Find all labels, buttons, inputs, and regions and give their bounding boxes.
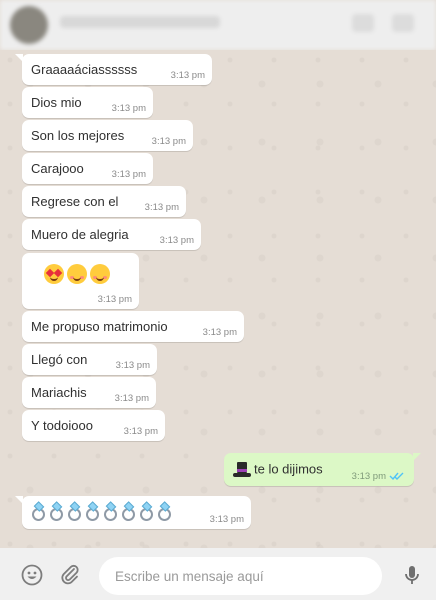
- chat-header-blurred: [0, 0, 436, 50]
- contact-name-blurred: [60, 16, 220, 28]
- message-text: Llegó con: [31, 352, 88, 367]
- message-bubble[interactable]: Llegó con 3:13 pm: [22, 344, 157, 375]
- message-time: 3:13 pm: [111, 103, 146, 114]
- message-text: Son los mejores: [31, 128, 125, 143]
- message-text: Carajooo: [31, 161, 84, 176]
- message-bubble[interactable]: Mariachis 3:13 pm: [22, 377, 156, 408]
- message-text: Mariachis: [31, 385, 87, 400]
- message-bubble[interactable]: Dios mio 3:13 pm: [22, 87, 153, 118]
- attach-icon[interactable]: [58, 563, 82, 587]
- message-bubble[interactable]: Muero de alegria 3:13 pm: [22, 219, 201, 250]
- avatar[interactable]: [10, 6, 48, 44]
- message-time: 3:13 pm: [170, 70, 205, 81]
- message-time: 3:13 pm: [209, 514, 244, 525]
- emoji-message-bubble[interactable]: 3:13 pm: [15, 496, 251, 529]
- outgoing-message-bubble[interactable]: te lo dijimos 3:13 pm: [224, 453, 421, 486]
- message-content: te lo dijimos: [233, 461, 323, 479]
- message-text: Dios mio: [31, 95, 82, 110]
- read-double-check-icon: [389, 472, 404, 481]
- message-time: 3:13 pm: [351, 471, 386, 482]
- message-time: 3:13 pm: [97, 294, 132, 305]
- message-time: 3:13 pm: [151, 136, 186, 147]
- search-icon[interactable]: [352, 14, 374, 32]
- smiling-face-with-hearts-emoji: [90, 264, 110, 284]
- ring-emoji: [85, 501, 101, 521]
- message-bubble[interactable]: Y todoiooo 3:13 pm: [22, 410, 165, 441]
- ring-emoji: [49, 501, 65, 521]
- top-hat-emoji: [233, 461, 251, 479]
- message-time: 3:13 pm: [144, 202, 179, 213]
- message-time: 3:13 pm: [111, 169, 146, 180]
- ring-emoji: [139, 501, 155, 521]
- ring-emoji: [67, 501, 83, 521]
- message-input[interactable]: Escribe un mensaje aquí: [99, 557, 382, 595]
- message-text: Muero de alegria: [31, 227, 129, 242]
- message-text: Regrese con el: [31, 194, 119, 209]
- message-time: 3:13 pm: [159, 235, 194, 246]
- message-time: 3:13 pm: [202, 327, 237, 338]
- ring-emoji: [31, 501, 47, 521]
- emoji-row: [44, 264, 113, 284]
- message-time: 3:13 pm: [114, 393, 149, 404]
- message-bubble[interactable]: Me propuso matrimonio 3:13 pm: [22, 311, 244, 342]
- message-list[interactable]: Graaaaáciassssss 3:13 pm Dios mio 3:13 p…: [0, 50, 436, 548]
- message-bubble[interactable]: Son los mejores 3:13 pm: [22, 120, 193, 151]
- message-time: 3:13 pm: [115, 360, 150, 371]
- ring-emoji: [157, 501, 173, 521]
- microphone-icon[interactable]: [400, 563, 424, 587]
- message-text: Graaaaáciassssss: [31, 62, 138, 77]
- message-text: Y todoiooo: [31, 418, 93, 433]
- message-bubble[interactable]: Regrese con el 3:13 pm: [22, 186, 186, 217]
- message-bubble[interactable]: Graaaaáciassssss 3:13 pm: [15, 54, 212, 85]
- menu-icon[interactable]: [392, 14, 414, 32]
- heart-eyes-emoji: [44, 264, 64, 284]
- message-text: te lo dijimos: [254, 461, 323, 477]
- message-input-placeholder: Escribe un mensaje aquí: [115, 569, 264, 584]
- chat-window: Graaaaáciassssss 3:13 pm Dios mio 3:13 p…: [0, 0, 436, 600]
- emoji-row: [31, 501, 175, 521]
- emoji-icon[interactable]: [20, 563, 44, 587]
- message-bubble[interactable]: Carajooo 3:13 pm: [22, 153, 153, 184]
- emoji-message-bubble[interactable]: 3:13 pm: [22, 253, 139, 309]
- ring-emoji: [103, 501, 119, 521]
- message-time: 3:13 pm: [123, 426, 158, 437]
- smiling-face-with-hearts-emoji: [67, 264, 87, 284]
- ring-emoji: [121, 501, 137, 521]
- message-text: Me propuso matrimonio: [31, 319, 168, 334]
